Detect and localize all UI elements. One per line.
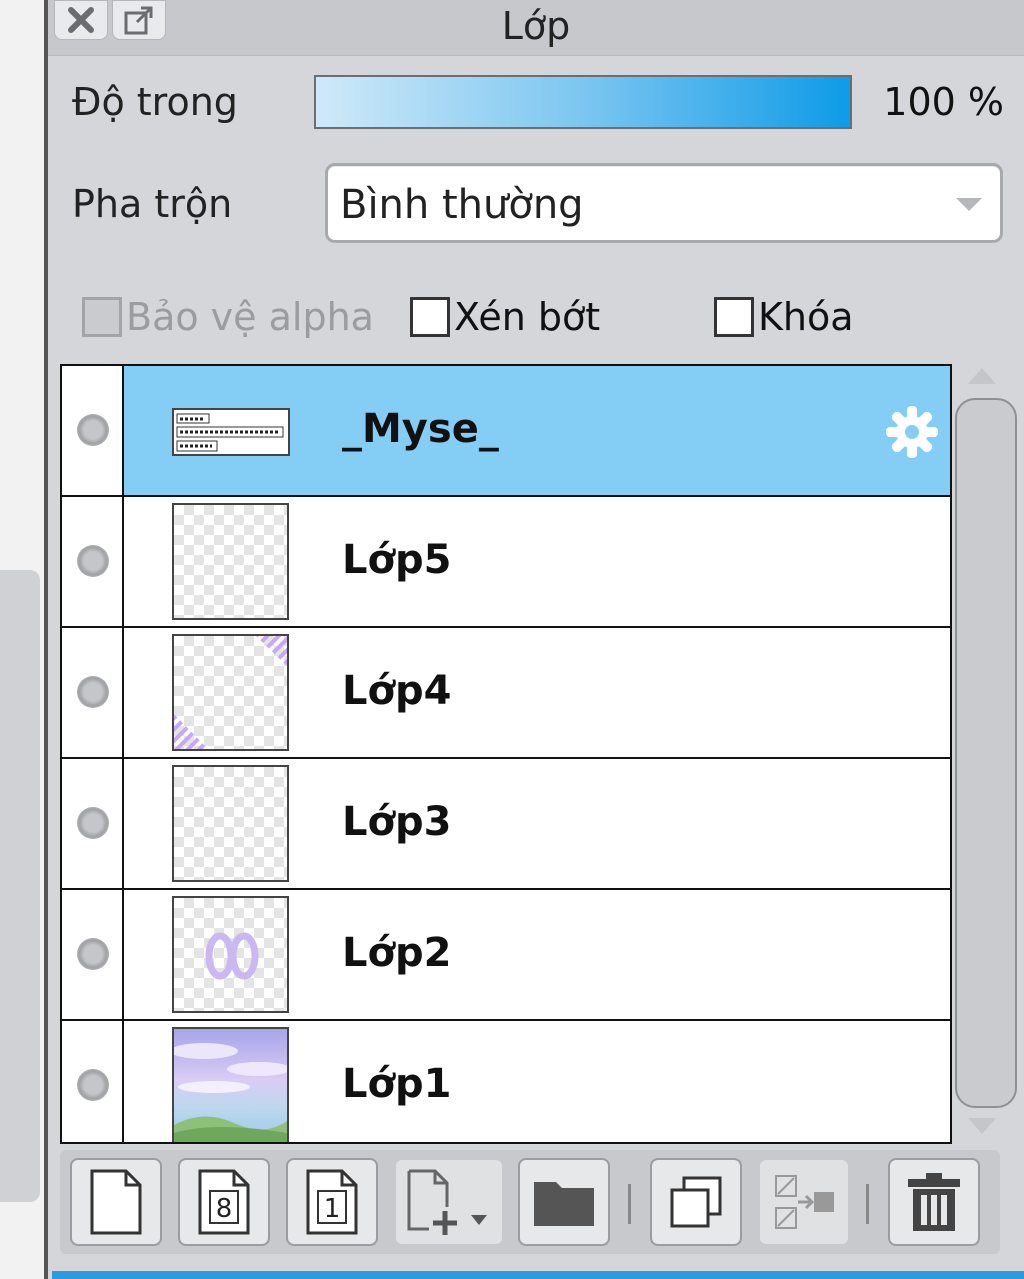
svg-text:8: 8: [216, 1194, 233, 1224]
layer-name: Lớp2: [342, 930, 452, 976]
visibility-toggle[interactable]: [62, 759, 124, 888]
scroll-down-arrow[interactable]: [968, 1118, 996, 1134]
side-tab[interactable]: [0, 570, 40, 1202]
checkbox-box: [82, 297, 122, 337]
opacity-slider[interactable]: [314, 75, 852, 129]
layer-row-myse[interactable]: _Myse_: [62, 366, 950, 497]
checkbox-box: [714, 297, 754, 337]
layer-row-lop3[interactable]: Lớp3: [62, 759, 950, 890]
protect-alpha-checkbox[interactable]: Bảo vệ alpha: [82, 294, 374, 340]
lock-label: Khóa: [758, 295, 854, 339]
new-1bit-layer-icon: 1: [306, 1169, 358, 1235]
layer-thumbnail: [172, 408, 290, 456]
gear-icon[interactable]: [884, 404, 940, 460]
svg-text:1: 1: [324, 1194, 341, 1224]
new-8bit-layer-button[interactable]: 8: [178, 1158, 270, 1246]
layer-list[interactable]: _Myse_ Lớp5 Lớp4 Lớp3 Lớp2 Lớp1: [60, 364, 952, 1144]
visibility-dot-icon: [77, 807, 109, 839]
toolbar-separator: [866, 1184, 869, 1224]
add-layer-dropdown-button[interactable]: [394, 1158, 504, 1246]
layer-thumbnail: [172, 765, 289, 882]
duplicate-layer-icon: [670, 1176, 722, 1228]
visibility-dot-icon: [77, 938, 109, 970]
duplicate-layer-button[interactable]: [650, 1158, 742, 1246]
blend-mode-value: Bình thường: [340, 182, 584, 228]
layer-thumbnail: [172, 1027, 289, 1142]
clipping-label: Xén bớt: [454, 295, 601, 339]
folder-icon: [534, 1182, 594, 1226]
checkbox-box: [410, 297, 450, 337]
layer-thumbnail: [172, 503, 289, 620]
chevron-down-icon: [956, 198, 982, 211]
opacity-value: 100 %: [883, 80, 1004, 124]
visibility-toggle[interactable]: [62, 628, 124, 757]
add-layer-dropdown-icon: [407, 1169, 487, 1235]
opacity-label: Độ trong: [72, 80, 238, 124]
visibility-dot-icon: [77, 676, 109, 708]
visibility-toggle[interactable]: [62, 1021, 124, 1142]
visibility-toggle[interactable]: [62, 497, 124, 626]
delete-layer-icon: [908, 1173, 960, 1231]
layer-name: Lớp5: [342, 537, 452, 583]
layer-row-lop5[interactable]: Lớp5: [62, 497, 950, 628]
new-8bit-layer-icon: 8: [198, 1169, 250, 1235]
panel-title: Lớp: [501, 4, 571, 48]
visibility-toggle[interactable]: [62, 366, 124, 495]
visibility-dot-icon: [77, 1069, 109, 1101]
blend-label: Pha trộn: [72, 182, 233, 226]
protect-alpha-label: Bảo vệ alpha: [126, 295, 374, 339]
merge-layer-icon: [775, 1175, 834, 1229]
delete-layer-button[interactable]: [888, 1158, 980, 1246]
layer-thumbnail: [172, 896, 289, 1013]
blend-mode-select[interactable]: Bình thường: [325, 163, 1003, 243]
layer-row-lop4[interactable]: Lớp4: [62, 628, 950, 759]
merge-layer-button[interactable]: [758, 1158, 850, 1246]
visibility-dot-icon: [77, 414, 109, 446]
bottom-accent-line: [52, 1271, 1024, 1279]
layer-name: Lớp3: [342, 799, 452, 845]
new-layer-button[interactable]: [70, 1158, 162, 1246]
layer-toolbar: 8 1: [60, 1150, 1000, 1254]
panel-border: [44, 0, 48, 1279]
layer-name: Lớp1: [342, 1061, 452, 1107]
layer-name: Lớp4: [342, 668, 452, 714]
new-layer-icon: [90, 1169, 142, 1235]
layer-name: _Myse_: [342, 406, 499, 452]
clipping-checkbox[interactable]: Xén bớt: [410, 294, 600, 340]
new-1bit-layer-button[interactable]: 1: [286, 1158, 378, 1246]
layer-row-lop2[interactable]: Lớp2: [62, 890, 950, 1021]
visibility-toggle[interactable]: [62, 890, 124, 1019]
lock-checkbox[interactable]: Khóa: [714, 294, 854, 340]
scroll-up-arrow[interactable]: [968, 368, 996, 384]
layer-row-lop1[interactable]: Lớp1: [62, 1021, 950, 1142]
toolbar-separator: [628, 1184, 631, 1224]
title-bar: Lớp: [48, 0, 1024, 56]
scrollbar-thumb[interactable]: [955, 398, 1017, 1108]
layer-thumbnail: [172, 634, 289, 751]
new-folder-button[interactable]: [518, 1158, 610, 1246]
outer-left-area: [0, 0, 44, 1279]
visibility-dot-icon: [77, 545, 109, 577]
